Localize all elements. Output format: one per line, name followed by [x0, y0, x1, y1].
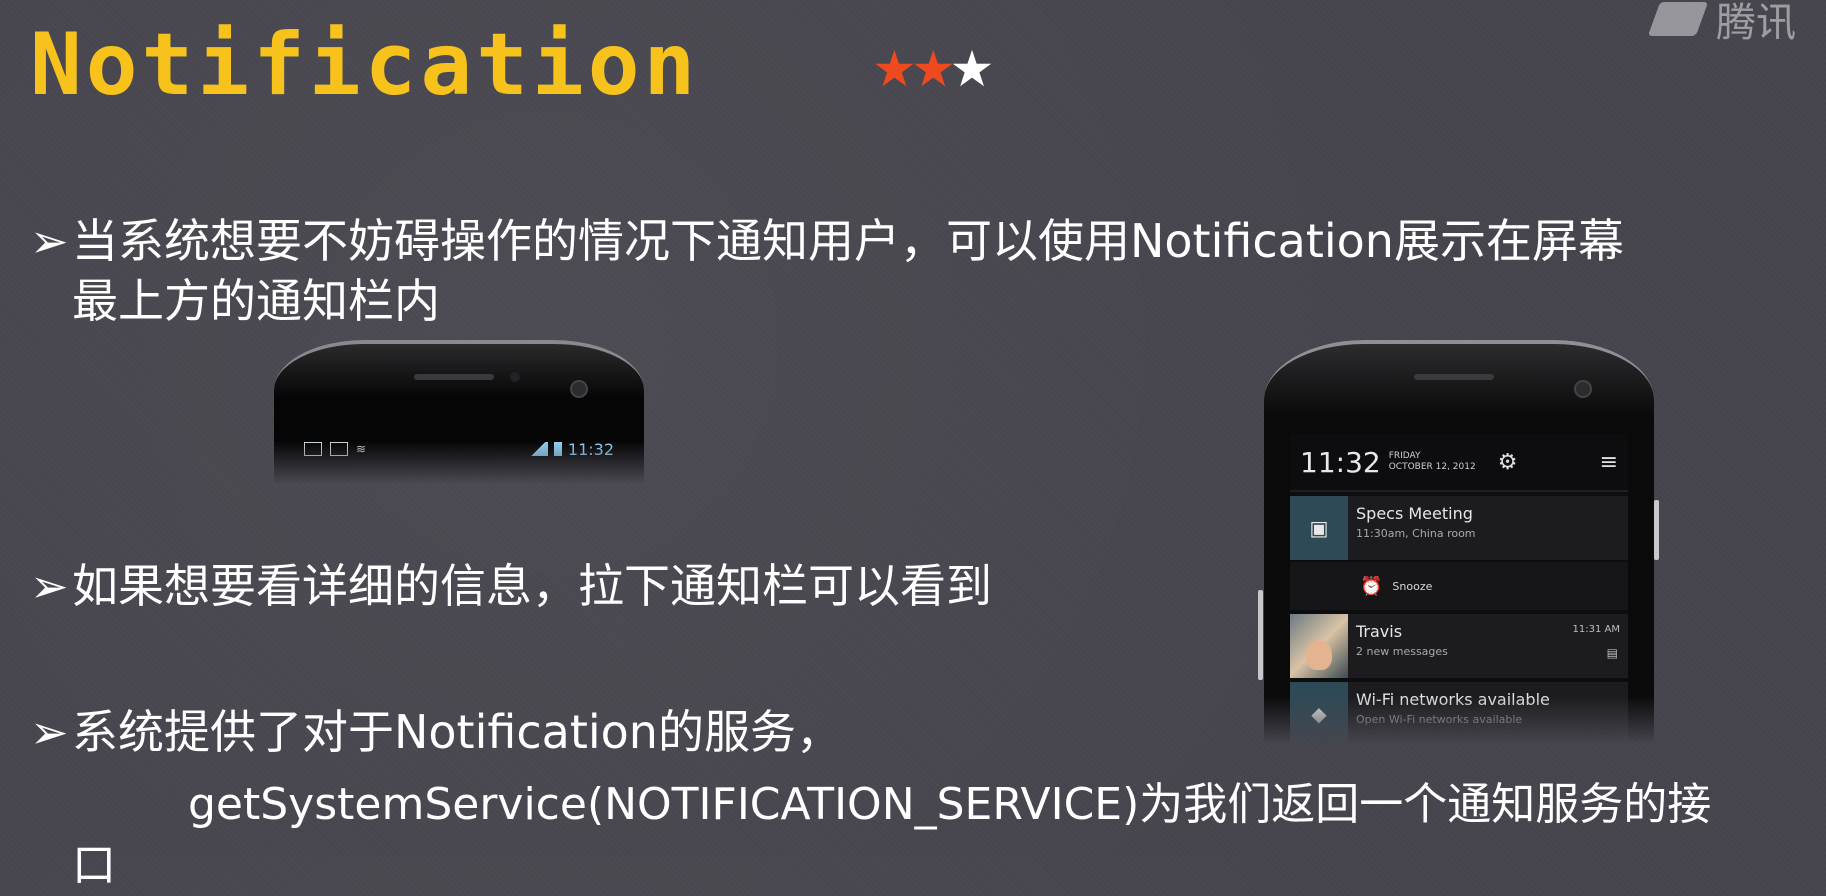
- watermark: 腾讯: [1647, 0, 1796, 48]
- bullet-marker: ➢: [30, 559, 69, 613]
- phone-notification-shade-image: 11:32 FRIDAY OCTOBER 12, 2012 ⚙ ≡ ▣ Spec…: [1264, 340, 1654, 744]
- bullet-marker: ➢: [30, 705, 69, 759]
- calendar-icon: [304, 442, 322, 456]
- status-bar: ≋ 11:32: [304, 438, 614, 460]
- phone-statusbar-image: ≋ 11:32: [274, 340, 644, 484]
- notification-shade: 11:32 FRIDAY OCTOBER 12, 2012 ⚙ ≡ ▣ Spec…: [1290, 434, 1628, 744]
- notification-subtitle: Open Wi-Fi networks available: [1356, 713, 1523, 726]
- shade-date: FRIDAY OCTOBER 12, 2012: [1389, 451, 1476, 473]
- notification-time: 11:31 AM: [1572, 624, 1620, 635]
- bullet-3-text: 系统提供了对于Notification的服务，: [72, 705, 842, 759]
- speaker-grille: [414, 374, 494, 380]
- notification-item[interactable]: Travis 2 new messages 11:31 AM ▤: [1290, 614, 1628, 678]
- wifi-icon: ≋: [356, 442, 367, 456]
- snooze-label: Snooze: [1392, 579, 1433, 593]
- notification-title: Specs Meeting: [1356, 504, 1473, 523]
- bullet-1-text: 当系统想要不妨碍操作的情况下通知用户，可以使用Notification展示在屏幕: [72, 214, 1624, 268]
- shade-date-text: OCTOBER 12, 2012: [1388, 462, 1476, 472]
- difficulty-rating: ★★★: [872, 44, 994, 94]
- front-camera-icon: [570, 380, 588, 398]
- star-filled-icon: ★: [910, 40, 956, 98]
- notification-item[interactable]: ▣ Specs Meeting 11:30am, China room: [1290, 496, 1628, 560]
- notification-subtitle: 11:30am, China room: [1356, 527, 1476, 540]
- shade-header: 11:32 FRIDAY OCTOBER 12, 2012 ⚙ ≡: [1290, 434, 1628, 492]
- shade-day: FRIDAY: [1388, 451, 1421, 461]
- sensor-dot: [510, 372, 520, 382]
- side-button: [1258, 590, 1263, 680]
- front-camera-icon: [1574, 380, 1592, 398]
- bullet-1-continuation: 最上方的通知栏内: [72, 274, 440, 328]
- bullet-2: ➢如果想要看详细的信息，拉下通知栏可以看到: [30, 556, 992, 616]
- side-button: [1654, 500, 1659, 560]
- bullet-3: ➢系统提供了对于Notification的服务，: [30, 702, 842, 762]
- quick-settings-icon[interactable]: ⚙: [1498, 450, 1518, 475]
- shade-time: 11:32: [1300, 445, 1381, 479]
- watermark-text: 腾讯: [1716, 0, 1796, 46]
- chat-icon: ▤: [1606, 646, 1618, 660]
- bullet-marker: ➢: [30, 214, 69, 268]
- star-filled-icon: ★: [872, 40, 917, 98]
- bullet-2-text: 如果想要看详细的信息，拉下通知栏可以看到: [72, 559, 992, 613]
- snooze-action[interactable]: ⏰ Snooze: [1290, 562, 1628, 610]
- status-time: 11:32: [567, 439, 614, 459]
- bullet-1: ➢当系统想要不妨碍操作的情况下通知用户，可以使用Notification展示在屏…: [30, 211, 1826, 271]
- avatar: [1290, 614, 1348, 678]
- notification-subtitle: 2 new messages: [1356, 645, 1448, 658]
- alarm-clock-icon: ⏰: [1360, 575, 1383, 597]
- star-empty-icon: ★: [949, 40, 995, 98]
- speaker-grille: [1414, 374, 1494, 380]
- bullet-3-wrap: 口: [72, 840, 116, 891]
- signal-icon: [527, 442, 548, 456]
- calendar-icon: ▣: [1290, 496, 1348, 560]
- wifi-icon: ◆: [1290, 682, 1348, 744]
- slide-title: Notification: [30, 15, 700, 115]
- notification-item[interactable]: ◆ Wi-Fi networks available Open Wi-Fi ne…: [1290, 682, 1628, 744]
- tencent-logo-icon: [1647, 2, 1709, 36]
- battery-icon: [553, 442, 562, 456]
- bullet-3-code-line: getSystemService(NOTIFICATION_SERVICE)为我…: [188, 779, 1712, 830]
- notification-title: Wi-Fi networks available: [1356, 690, 1550, 709]
- clear-all-icon[interactable]: ≡: [1600, 450, 1618, 475]
- chat-icon: [330, 442, 348, 456]
